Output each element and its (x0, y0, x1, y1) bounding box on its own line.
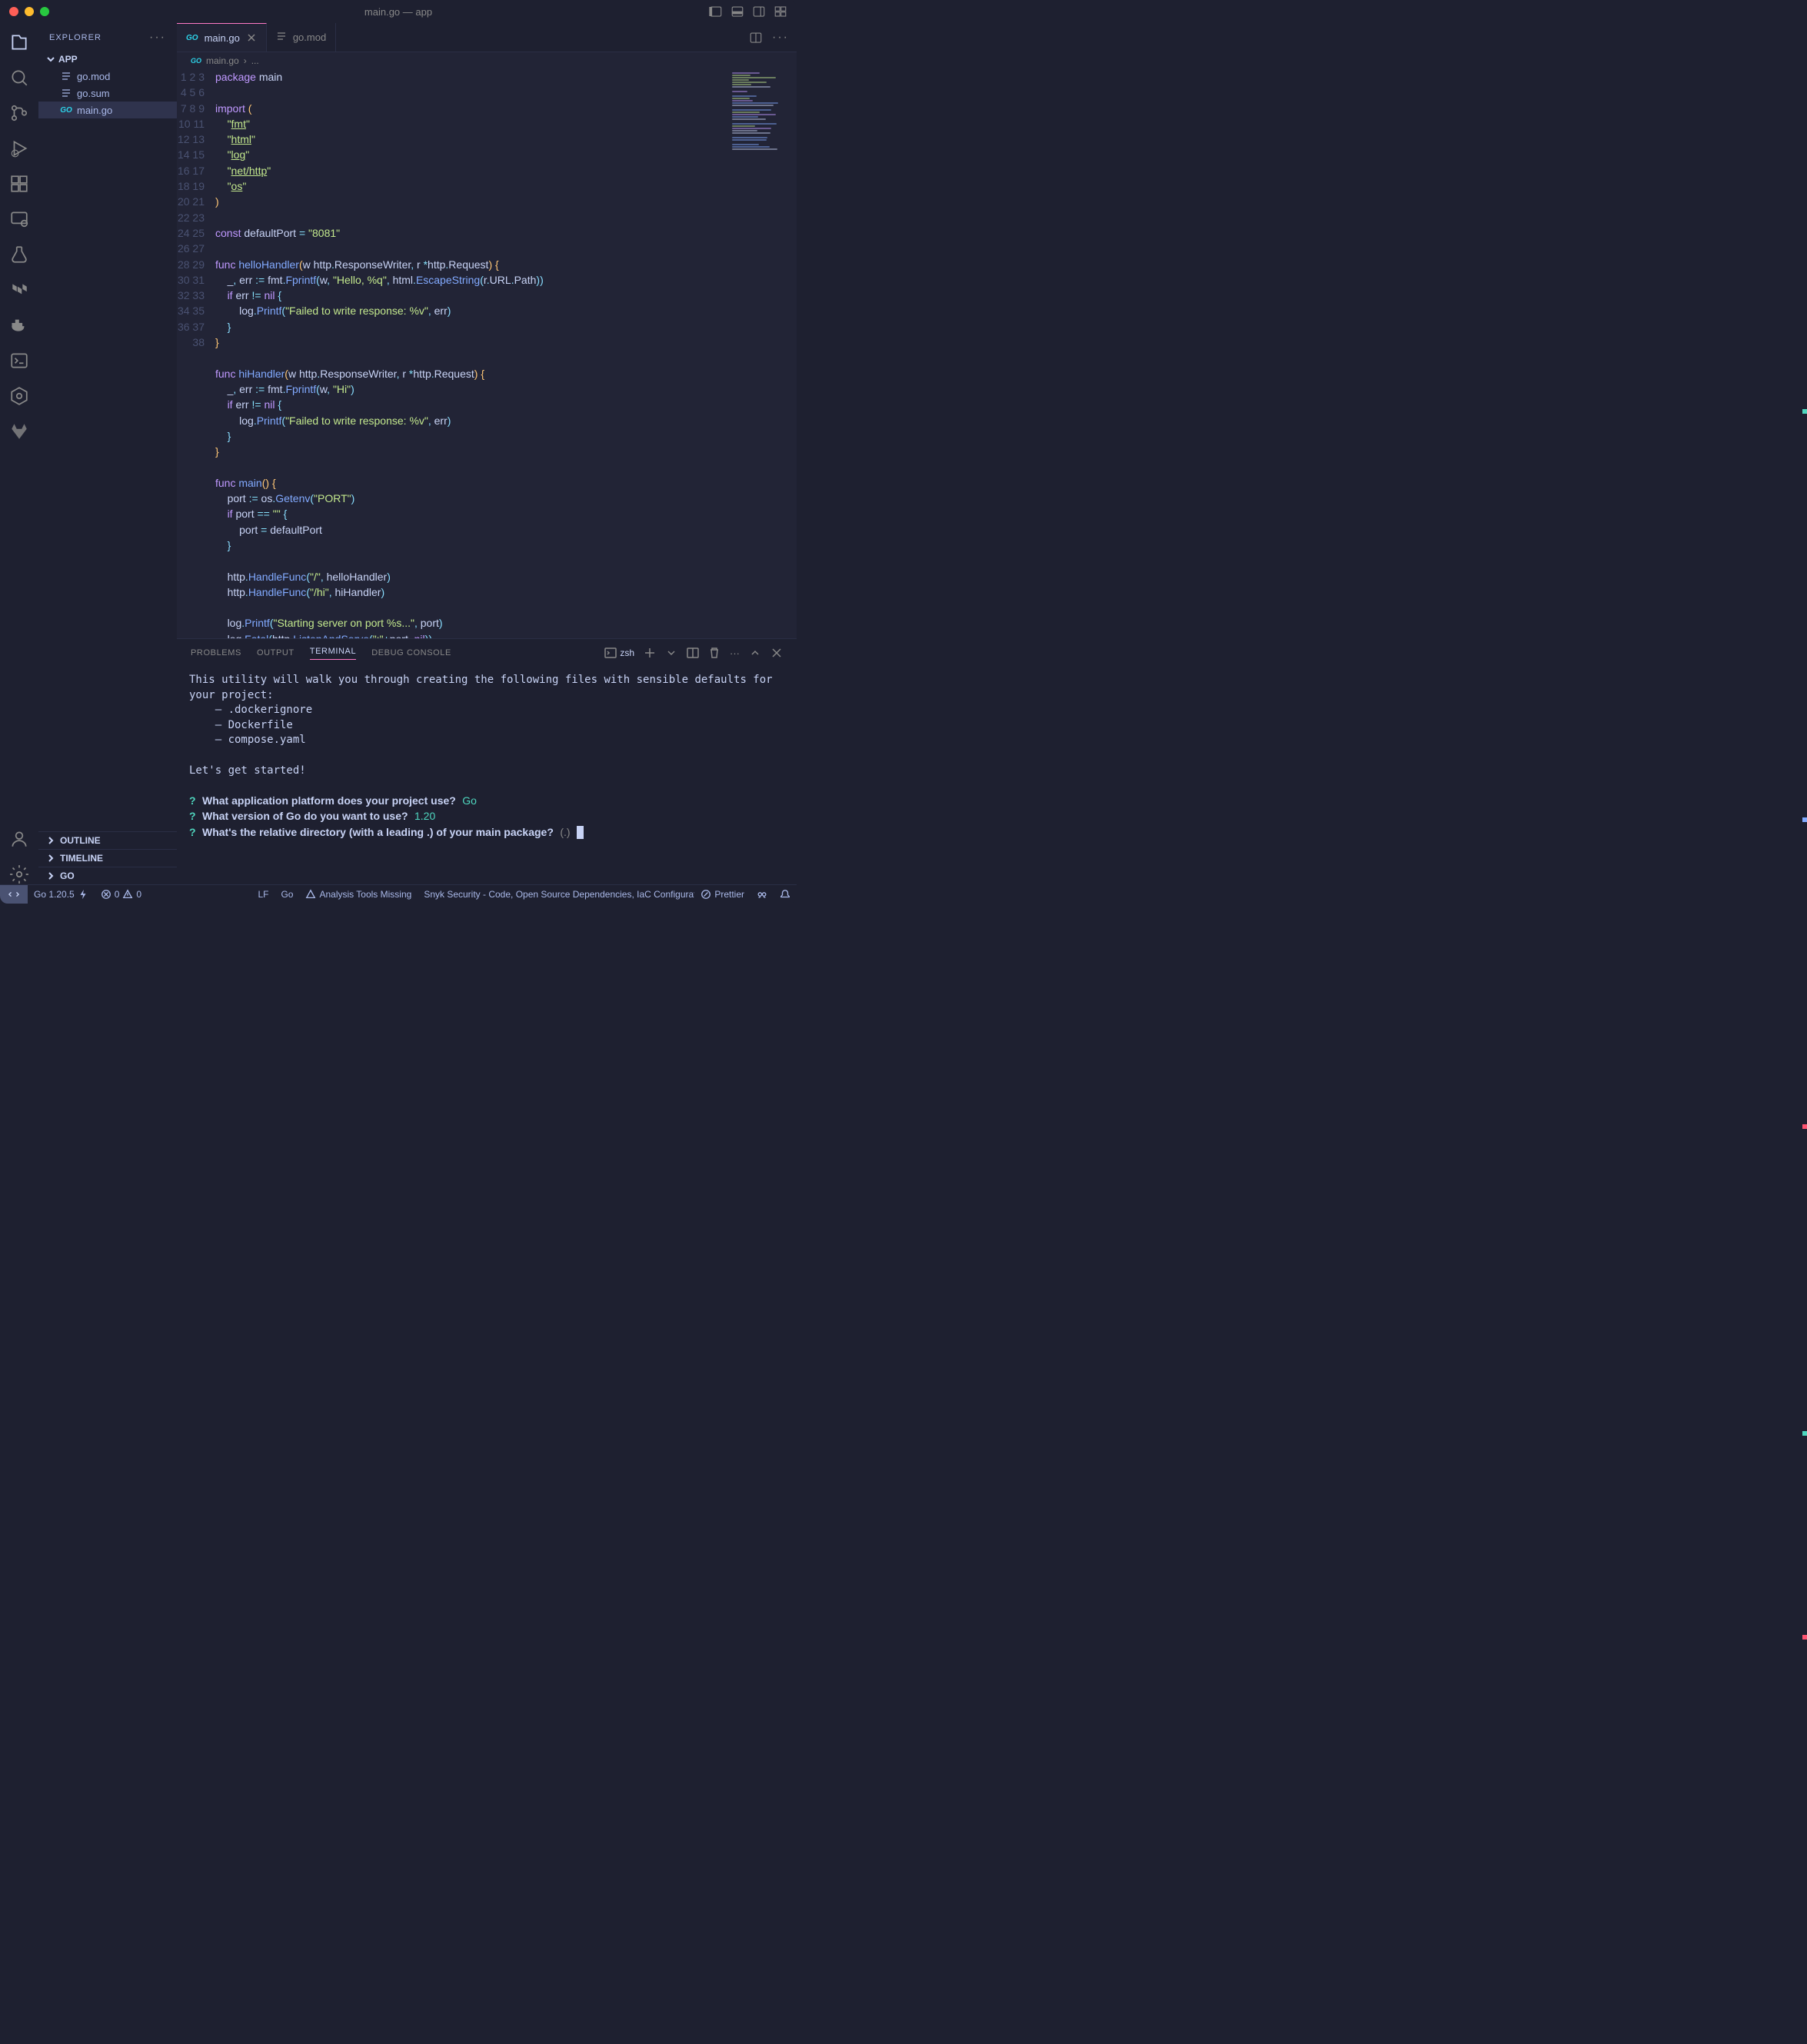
docker-icon[interactable] (9, 315, 29, 335)
testing-icon[interactable] (9, 245, 29, 265)
terminal-shell-label[interactable]: zsh (604, 647, 634, 659)
terminal-dropdown-icon[interactable] (665, 647, 677, 659)
extensions-icon[interactable] (9, 174, 29, 194)
feedback-icon[interactable] (750, 889, 774, 900)
terminal-output[interactable]: This utility will walk you through creat… (177, 667, 797, 884)
tab-more-icon[interactable]: ··· (772, 31, 789, 45)
kill-terminal-icon[interactable] (708, 647, 720, 659)
panel-more-icon[interactable]: ··· (730, 647, 740, 659)
window-title: main.go — app (364, 6, 432, 18)
split-right-icon[interactable] (752, 5, 766, 18)
panel-tab-problems[interactable]: PROBLEMS (191, 648, 241, 657)
split-editor-icon[interactable] (749, 31, 763, 45)
explorer-more-icon[interactable]: ··· (149, 31, 166, 45)
go-section[interactable]: GO (38, 867, 177, 884)
file-go.mod[interactable]: go.mod (38, 68, 177, 85)
outline-section[interactable]: OUTLINE (38, 831, 177, 849)
code-editor[interactable]: 1 2 3 4 5 6 7 8 9 10 11 12 13 14 15 16 1… (177, 69, 797, 638)
window-close-button[interactable] (9, 7, 18, 16)
breadcrumb-file-icon: GO (191, 57, 201, 65)
close-panel-icon[interactable] (770, 647, 783, 659)
search-icon[interactable] (9, 68, 29, 88)
file-main.go[interactable]: GOmain.go (38, 102, 177, 118)
new-terminal-icon[interactable] (644, 647, 656, 659)
file-go.sum[interactable]: go.sum (38, 85, 177, 102)
layout-icon[interactable] (709, 5, 723, 18)
explorer-icon[interactable] (9, 32, 29, 52)
window-minimize-button[interactable] (25, 7, 34, 16)
settings-icon[interactable] (9, 864, 29, 884)
panel-toggle-icon[interactable] (730, 5, 744, 18)
run-debug-icon[interactable] (9, 138, 29, 158)
language-status[interactable]: Go (275, 889, 299, 900)
terraform-icon[interactable] (9, 280, 29, 300)
accounts-icon[interactable] (9, 829, 29, 849)
source-control-icon[interactable] (9, 103, 29, 123)
gitlab-icon[interactable] (9, 421, 29, 441)
breadcrumb-more[interactable]: ... (251, 55, 259, 66)
terminal-icon[interactable] (9, 351, 29, 371)
maximize-panel-icon[interactable] (749, 647, 761, 659)
customize-layout-icon[interactable] (774, 5, 787, 18)
panel-tab-output[interactable]: OUTPUT (257, 648, 295, 657)
split-terminal-icon[interactable] (687, 647, 699, 659)
problems-status[interactable]: 0 0 (95, 889, 148, 900)
close-tab-icon[interactable] (246, 32, 257, 43)
explorer-title: EXPLORER (49, 33, 101, 42)
folder-header[interactable]: APP (38, 51, 177, 68)
analysis-warning[interactable]: Analysis Tools Missing (299, 889, 418, 900)
tab-main.go[interactable]: GOmain.go (177, 23, 267, 52)
eol-status[interactable]: LF (251, 889, 275, 900)
go-version[interactable]: Go 1.20.5 (28, 889, 95, 900)
breadcrumb-file[interactable]: main.go (206, 55, 239, 66)
window-zoom-button[interactable] (40, 7, 49, 16)
notifications-icon[interactable] (774, 889, 797, 900)
timeline-section[interactable]: TIMELINE (38, 849, 177, 867)
panel-tab-terminal[interactable]: TERMINAL (310, 647, 356, 660)
prettier-status[interactable]: Prettier (694, 889, 750, 900)
remote-button[interactable] (0, 885, 28, 904)
panel-tab-debug-console[interactable]: DEBUG CONSOLE (371, 648, 451, 657)
tab-go.mod[interactable]: go.mod (267, 23, 336, 52)
remote-explorer-icon[interactable] (9, 209, 29, 229)
minimap[interactable] (732, 72, 794, 195)
breadcrumb-sep: › (244, 55, 247, 66)
kubernetes-icon[interactable] (9, 386, 29, 406)
snyk-status[interactable]: Snyk Security - Code, Open Source Depend… (418, 889, 694, 900)
